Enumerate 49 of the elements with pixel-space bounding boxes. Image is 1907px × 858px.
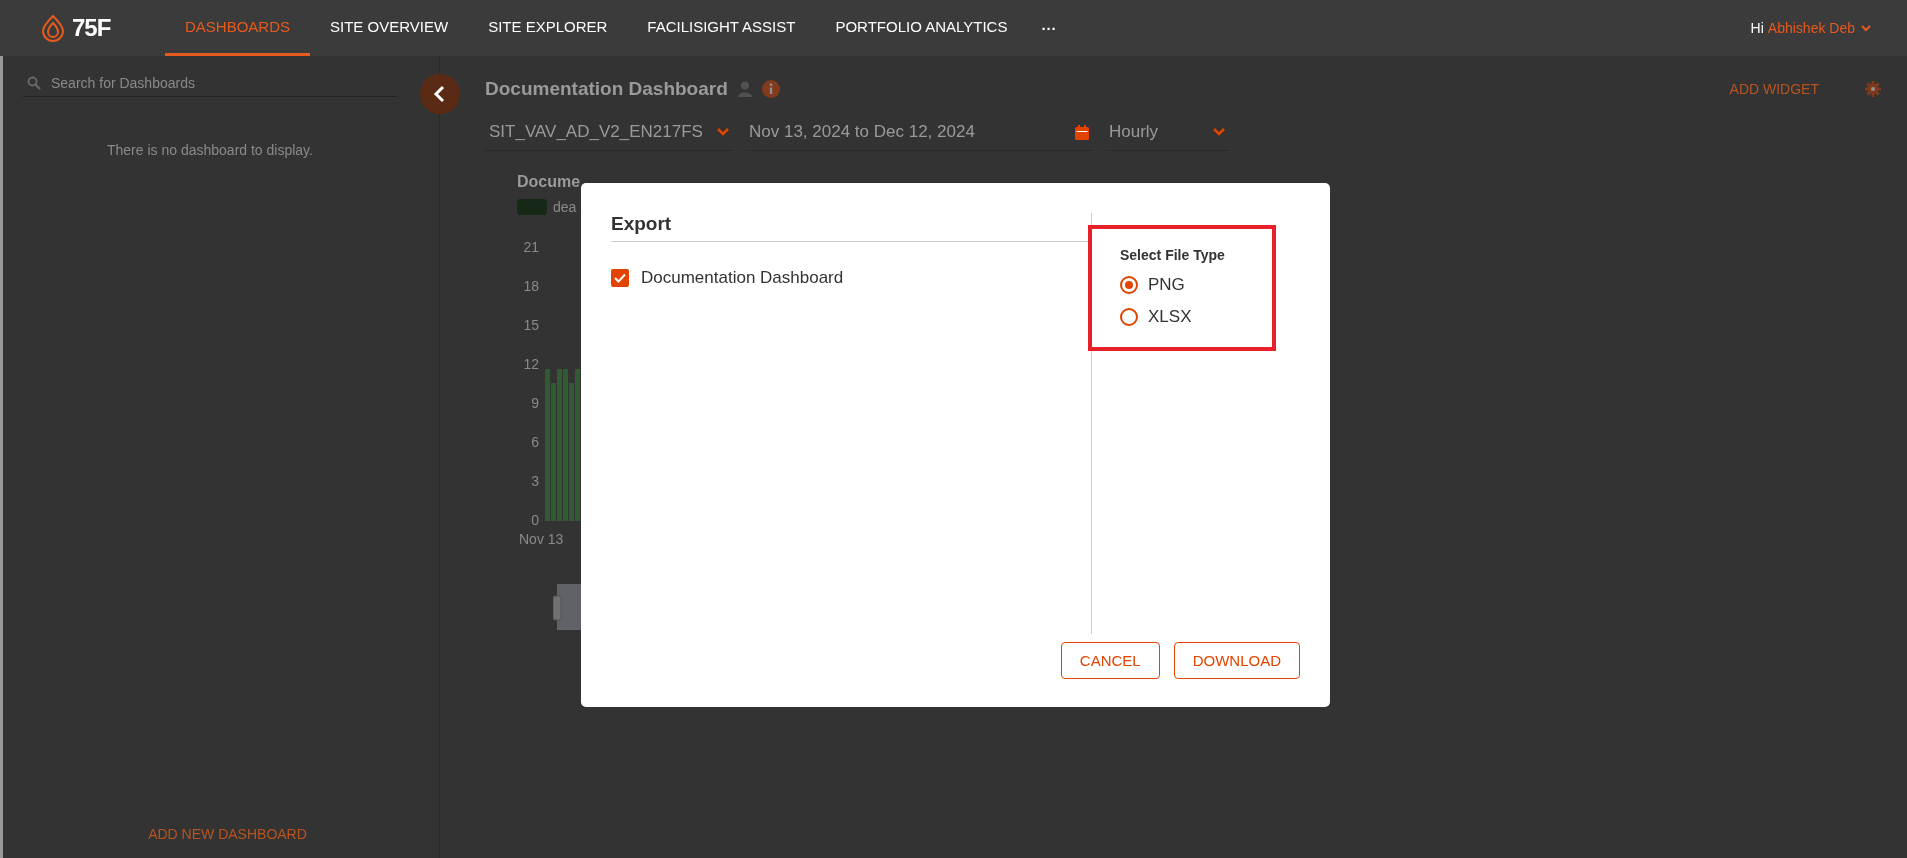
- radio-button[interactable]: [1120, 308, 1138, 326]
- nav-tab[interactable]: SITE EXPLORER: [468, 0, 628, 56]
- y-axis-tick: 12: [523, 355, 539, 374]
- settings-icon[interactable]: [1865, 81, 1881, 97]
- radio-label: PNG: [1148, 275, 1185, 295]
- collapse-chevron-button[interactable]: [420, 74, 460, 114]
- add-new-dashboard-link[interactable]: ADD NEW DASHBOARD: [148, 826, 307, 842]
- dialog-title: Export: [611, 213, 1091, 242]
- legend-swatch: [517, 199, 547, 215]
- y-axis-tick: 21: [523, 238, 539, 257]
- y-axis-tick: 0: [531, 511, 539, 530]
- info-icon[interactable]: [761, 80, 780, 98]
- search-field[interactable]: Search for Dashboards: [49, 74, 393, 92]
- empty-message: There is no dashboard to display.: [107, 142, 313, 158]
- download-button[interactable]: DOWNLOAD: [1173, 642, 1300, 679]
- legend-label: dea: [553, 199, 577, 215]
- date-range-field[interactable]: Nov 13, 2024 to Dec 12, 2024: [745, 116, 1093, 151]
- nav-tab[interactable]: PORTFOLIO ANALYTICS: [815, 0, 1028, 56]
- flame-logo-icon: [40, 14, 66, 42]
- greeting-text: Hi: [1750, 20, 1764, 36]
- add-widget-link[interactable]: ADD WIDGET: [1729, 81, 1819, 97]
- y-axis-tick: 3: [531, 472, 539, 491]
- calendar-icon: [1075, 124, 1089, 140]
- caret-down-icon[interactable]: [1861, 24, 1871, 32]
- radio-label: XLSX: [1148, 307, 1192, 327]
- chevron-down-icon: [1213, 128, 1225, 136]
- widget-title: Docume: [517, 173, 582, 191]
- radio-button[interactable]: [1120, 276, 1138, 294]
- y-axis-tick: 18: [523, 277, 539, 296]
- checkbox-label: Documentation Dashboard: [641, 268, 844, 288]
- nav-tab[interactable]: FACILISIGHT ASSIST: [627, 0, 816, 56]
- cancel-button[interactable]: CANCEL: [1060, 642, 1160, 679]
- y-axis-tick: 6: [531, 433, 539, 452]
- chevron-down-icon: [717, 128, 729, 136]
- nav-tab[interactable]: DASHBOARDS: [165, 0, 311, 56]
- equipment-dropdown[interactable]: SIT_VAV_AD_V2_EN217FS: [485, 116, 733, 151]
- logo-text: 75F: [72, 14, 111, 42]
- y-axis-tick: 15: [523, 316, 539, 335]
- interval-dropdown[interactable]: Hourly: [1105, 116, 1229, 151]
- user-menu-link[interactable]: Abhishek Deb: [1767, 20, 1855, 36]
- dashboard-title: Documentation Dashboard: [485, 78, 728, 100]
- more-menu-button[interactable]: ···: [1027, 0, 1071, 56]
- x-axis-label: Nov 13: [519, 531, 564, 547]
- checkbox[interactable]: [611, 269, 629, 287]
- checkmark-icon: [614, 273, 626, 283]
- y-axis-tick: 9: [531, 394, 539, 413]
- search-icon: [27, 76, 41, 90]
- section-label: Select File Type: [1120, 247, 1226, 263]
- nav-tab[interactable]: SITE OVERVIEW: [310, 0, 469, 56]
